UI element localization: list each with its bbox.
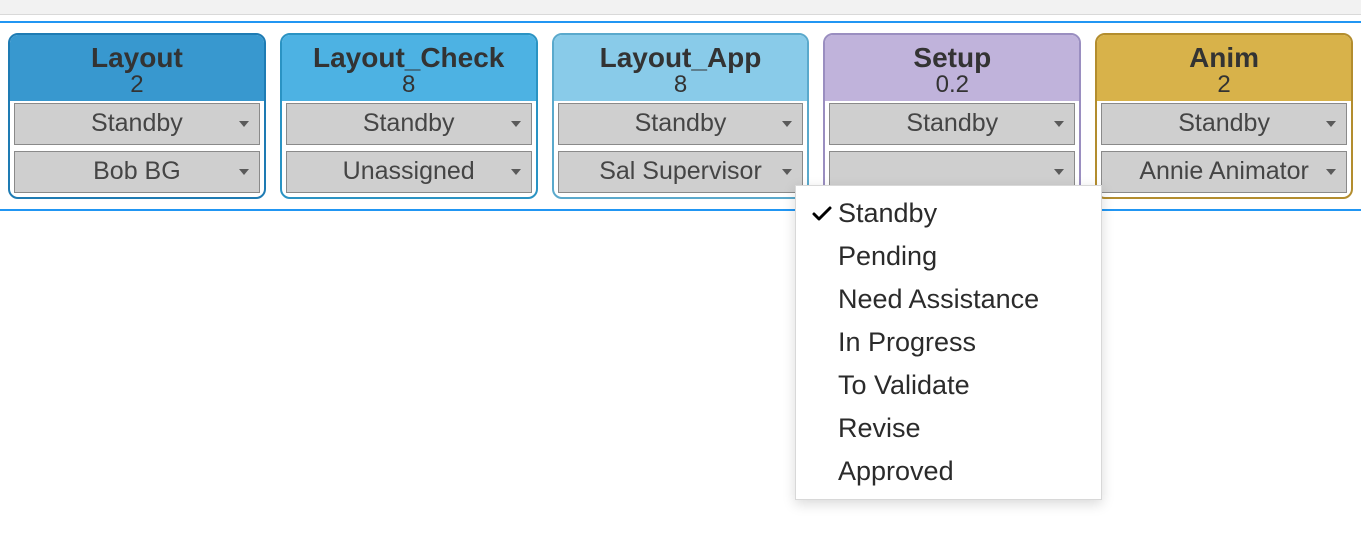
assignee-dropdown[interactable]: Annie Animator	[1101, 151, 1347, 193]
card-head: Layout_App 8	[554, 35, 808, 101]
caret-down-icon	[1054, 169, 1064, 175]
assignee-label: Annie Animator	[1139, 157, 1309, 186]
status-menu: Standby Pending Need Assistance In Progr…	[795, 185, 1102, 500]
menu-item-label: In Progress	[838, 327, 976, 358]
status-label: Standby	[1178, 109, 1270, 138]
card-value: 2	[18, 73, 256, 97]
caret-down-icon	[239, 121, 249, 127]
caret-down-icon	[782, 169, 792, 175]
card-head: Anim 2	[1097, 35, 1351, 101]
task-card-layout-check: Layout_Check 8 Standby Unassigned	[280, 33, 538, 199]
status-dropdown[interactable]: Standby	[14, 103, 260, 145]
menu-item-label: Need Assistance	[838, 284, 1039, 315]
status-label: Standby	[363, 109, 455, 138]
status-dropdown[interactable]: Standby	[558, 103, 804, 145]
status-dropdown[interactable]: Standby	[829, 103, 1075, 145]
card-head: Layout_Check 8	[282, 35, 536, 101]
card-title: Layout	[18, 41, 256, 75]
menu-item-label: To Validate	[838, 370, 970, 401]
menu-item-approved[interactable]: Approved	[796, 450, 1101, 493]
top-bar	[0, 0, 1361, 15]
assignee-dropdown[interactable]: Bob BG	[14, 151, 260, 193]
check-icon	[810, 202, 838, 226]
menu-item-label: Standby	[838, 198, 937, 229]
assignee-dropdown[interactable]: Unassigned	[286, 151, 532, 193]
status-dropdown[interactable]: Standby	[286, 103, 532, 145]
task-strip: Layout 2 Standby Bob BG Layout_Check 8 S…	[0, 21, 1361, 211]
card-head: Layout 2	[10, 35, 264, 101]
task-card-layout: Layout 2 Standby Bob BG	[8, 33, 266, 199]
card-value: 0.2	[833, 73, 1071, 97]
menu-item-label: Revise	[838, 413, 921, 444]
task-card-setup: Setup 0.2 Standby	[823, 33, 1081, 199]
task-card-anim: Anim 2 Standby Annie Animator	[1095, 33, 1353, 199]
card-value: 2	[1105, 73, 1343, 97]
menu-item-to-validate[interactable]: To Validate	[796, 364, 1101, 407]
card-title: Layout_App	[562, 41, 800, 75]
status-label: Standby	[906, 109, 998, 138]
caret-down-icon	[782, 121, 792, 127]
task-card-layout-app: Layout_App 8 Standby Sal Supervisor	[552, 33, 810, 199]
menu-item-pending[interactable]: Pending	[796, 235, 1101, 278]
card-title: Layout_Check	[290, 41, 528, 75]
menu-item-in-progress[interactable]: In Progress	[796, 321, 1101, 364]
menu-item-revise[interactable]: Revise	[796, 407, 1101, 450]
menu-item-need-assistance[interactable]: Need Assistance	[796, 278, 1101, 321]
menu-item-label: Approved	[838, 456, 954, 487]
caret-down-icon	[511, 121, 521, 127]
menu-item-label: Pending	[838, 241, 937, 272]
caret-down-icon	[1326, 169, 1336, 175]
caret-down-icon	[239, 169, 249, 175]
assignee-dropdown[interactable]: Sal Supervisor	[558, 151, 804, 193]
assignee-label: Sal Supervisor	[599, 157, 762, 186]
assignee-label: Bob BG	[93, 157, 181, 186]
assignee-label: Unassigned	[343, 157, 475, 186]
card-value: 8	[562, 73, 800, 97]
caret-down-icon	[1326, 121, 1336, 127]
card-title: Setup	[833, 41, 1071, 75]
card-title: Anim	[1105, 41, 1343, 75]
menu-item-standby[interactable]: Standby	[796, 192, 1101, 235]
card-head: Setup 0.2	[825, 35, 1079, 101]
caret-down-icon	[1054, 121, 1064, 127]
status-label: Standby	[635, 109, 727, 138]
caret-down-icon	[511, 169, 521, 175]
status-dropdown[interactable]: Standby	[1101, 103, 1347, 145]
status-label: Standby	[91, 109, 183, 138]
card-value: 8	[290, 73, 528, 97]
